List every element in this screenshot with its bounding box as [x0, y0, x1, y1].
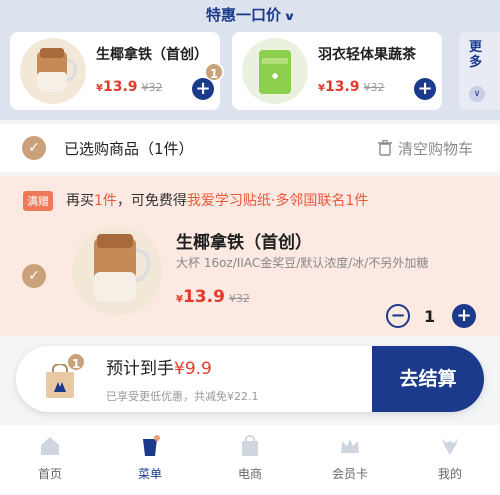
- home-icon: [41, 437, 59, 455]
- deer-icon: [442, 438, 458, 455]
- coconut-latte-thumbnail: [20, 38, 86, 104]
- crown-icon: [341, 439, 359, 453]
- coconut-latte-image: [72, 226, 162, 316]
- more-promos-button[interactable]: 更多 ∨: [459, 32, 500, 110]
- checkout-bar: 1 预计到手¥9.9 已享受更低优惠，共减免¥22.1 去结算: [16, 346, 484, 412]
- tab-profile[interactable]: 我的: [410, 425, 490, 495]
- estimate-total: 预计到手¥9.9: [106, 359, 212, 379]
- selection-bar: ✓ 已选购商品（1件） 清空购物车: [0, 124, 500, 172]
- select-all-checkbox[interactable]: ✓: [22, 136, 46, 160]
- cart-item-prices: ¥13.9 ¥32: [176, 287, 250, 307]
- promo-item-old-price: ¥32: [141, 81, 163, 94]
- promo-title[interactable]: 特惠一口价 ∨: [0, 4, 500, 25]
- plus-icon: +: [417, 78, 433, 99]
- cart-item-price: 13.9: [182, 287, 225, 307]
- decrease-qty-button[interactable]: −: [386, 304, 410, 328]
- gift-tag: 满赠: [23, 191, 53, 211]
- promo-item-name: 羽衣轻体果蔬茶: [318, 47, 416, 63]
- kale-tea-thumbnail: [242, 38, 308, 104]
- promo-item-old-price: ¥32: [363, 81, 385, 94]
- selected-count-label: 已选购商品（1件）: [64, 140, 194, 158]
- tab-menu[interactable]: 菜单: [110, 425, 190, 495]
- item-quantity: 1: [424, 307, 436, 326]
- cart-item-name: 生椰拿铁（首创）: [176, 233, 312, 253]
- add-promo-item-button[interactable]: +: [192, 78, 214, 100]
- bottom-tab-bar: 首页 菜单 电商 会员卡 我的: [0, 425, 500, 495]
- bag-count-badge: 1: [66, 352, 86, 372]
- discount-summary: 已享受更低优惠，共减免¥22.1: [106, 390, 259, 403]
- promo-card-kale-tea[interactable]: 羽衣轻体果蔬茶 ¥13.9 ¥32 +: [232, 32, 442, 110]
- shop-bag-icon: [242, 435, 258, 456]
- plus-icon: +: [456, 305, 472, 326]
- chevron-down-icon: ∨: [283, 10, 296, 23]
- promo-item-price: 13.9: [324, 79, 360, 95]
- check-icon: ✓: [28, 268, 40, 284]
- check-icon: ✓: [28, 140, 40, 156]
- chevron-down-icon: ∨: [469, 86, 485, 102]
- promo-item-prices: ¥13.9 ¥32: [318, 79, 385, 95]
- clear-cart-button[interactable]: 清空购物车: [378, 138, 473, 159]
- cart-item-old-price: ¥32: [228, 292, 250, 305]
- trash-icon: [378, 139, 392, 156]
- promo-card-coconut-latte[interactable]: 生椰拿铁（首创） ¥13.9 ¥32 1 +: [10, 32, 224, 110]
- promo-item-prices: ¥13.9 ¥32: [96, 79, 163, 95]
- cart-item-options: 大杯 16oz/IIAC金奖豆/默认浓度/冰/不另外加糖: [176, 256, 429, 270]
- tab-membership[interactable]: 会员卡: [310, 425, 390, 495]
- cart-item: 满赠 再买1件，可免费得我爱学习贴纸·多邻国联名1件 ✓ 生椰拿铁（首创） 大杯…: [0, 176, 500, 336]
- checkout-button[interactable]: 去结算: [372, 346, 484, 412]
- promo-section: 特惠一口价 ∨ 生椰拿铁（首创） ¥13.9 ¥32 1 + 羽衣轻体果蔬茶 ¥13…: [0, 0, 500, 120]
- gift-promo-text[interactable]: 再买1件，可免费得我爱学习贴纸·多邻国联名1件: [66, 190, 368, 210]
- minus-icon: −: [390, 305, 406, 326]
- promo-item-name: 生椰拿铁（首创）: [96, 47, 208, 63]
- tab-home[interactable]: 首页: [10, 425, 90, 495]
- tab-shop[interactable]: 电商: [210, 425, 290, 495]
- increase-qty-button[interactable]: +: [452, 304, 476, 328]
- promo-item-price: 13.9: [102, 79, 138, 95]
- item-checkbox[interactable]: ✓: [22, 264, 46, 288]
- add-promo-item-button[interactable]: +: [414, 78, 436, 100]
- menu-cup-icon: [143, 435, 160, 456]
- plus-icon: +: [195, 78, 211, 99]
- more-label: 更多: [469, 40, 483, 70]
- promo-title-text: 特惠一口价: [206, 6, 282, 24]
